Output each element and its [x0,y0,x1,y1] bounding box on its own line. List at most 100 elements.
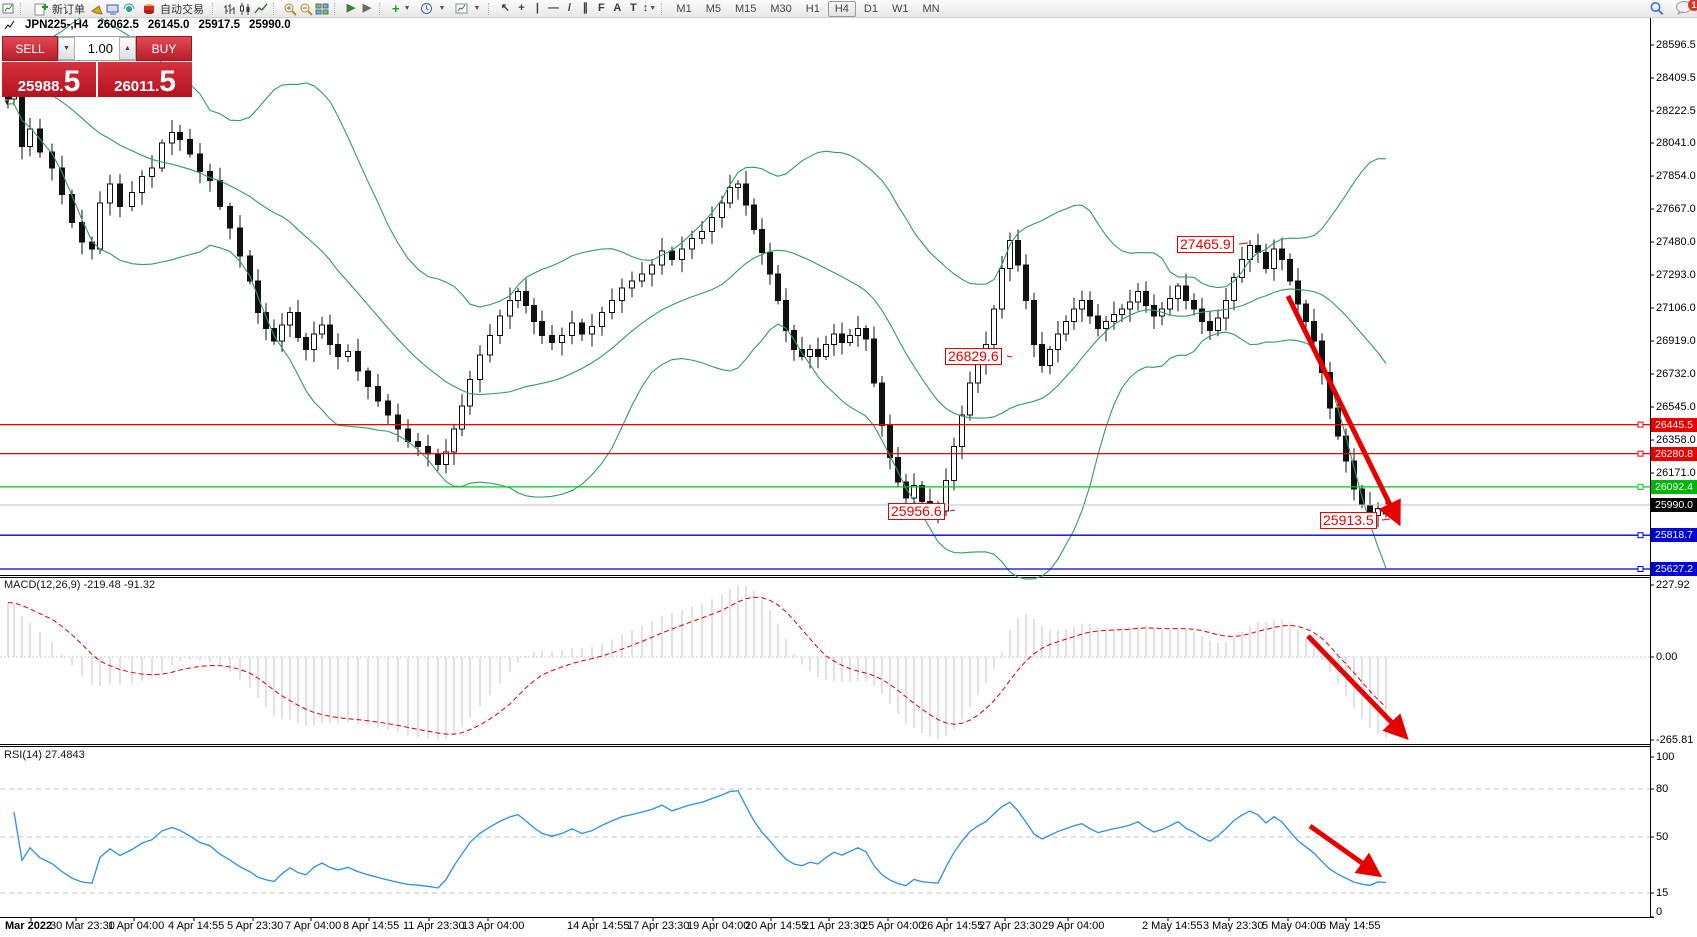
tile-windows-icon[interactable] [314,1,330,16]
zoom-in-icon[interactable] [282,1,298,16]
candlestick-chart-icon[interactable] [237,1,253,16]
indicators-dropdown[interactable]: +▼ [388,1,415,17]
timeframe-button-m15[interactable]: M15 [729,1,762,16]
candle-body [508,300,513,316]
candle-body [118,184,123,207]
candle-body [1168,299,1173,310]
sell-price[interactable]: 25988 . 5 [2,62,96,97]
autotrading-button[interactable]: 自动交易 [137,1,208,17]
volume-increase-button[interactable]: ▲ [119,37,136,60]
volume-decrease-button[interactable]: ▼ [58,37,75,60]
line-chart-icon[interactable] [253,1,269,16]
line-handle[interactable] [1638,484,1643,489]
macd-axis-label: 227.92 [1656,579,1690,591]
text-tool[interactable]: A [609,1,625,16]
price-annotation[interactable]: 25913.5 [1320,512,1377,529]
new-order-button[interactable]: 新订单 [29,1,89,17]
price-annotation[interactable]: 25956.6 [888,503,945,520]
candle-body [1048,350,1053,366]
bollinger-upper-band[interactable] [8,13,1386,307]
candle-body [1136,291,1141,302]
buy-price[interactable]: 26011 . 5 [98,62,192,97]
periods-dropdown[interactable]: ▼ [415,1,450,17]
time-axis-label: 8 Apr 14:55 [343,920,399,932]
candle-body [1104,321,1109,328]
timeframe-button-h1[interactable]: H1 [800,1,826,16]
toolbar-separator [488,3,494,15]
volume-input[interactable]: 1.00 [75,37,119,60]
signals-icon[interactable] [121,1,137,16]
buy-button[interactable]: BUY [136,36,192,61]
candle-body [1072,309,1077,321]
fibonacci-retracement-tool[interactable]: F [593,1,609,16]
bar-chart-icon[interactable] [221,1,237,16]
candle-body [660,251,665,265]
timeframe-button-mn[interactable]: MN [916,1,945,16]
candle-body [426,447,431,454]
price-annotation[interactable]: 26829.6 [945,348,1002,365]
timeframe-button-m1[interactable]: M1 [670,1,697,16]
annotation-connector [1239,243,1248,244]
timeframe-button-d1[interactable]: D1 [858,1,884,16]
candle-body [1304,304,1309,322]
buy-price-pip: 5 [159,70,176,94]
candle-body [690,239,695,250]
candle-body [336,344,341,356]
timeframe-button-h4[interactable]: H4 [828,1,856,17]
timeframe-button-w1[interactable]: W1 [886,1,915,16]
line-handle[interactable] [1638,533,1643,538]
megaphone-icon[interactable] [89,1,105,16]
time-axis-label: 27 Apr 23:30 [979,920,1041,932]
line-handle[interactable] [1638,422,1643,427]
timeframe-button-m30[interactable]: M30 [764,1,797,16]
candle-body [1120,309,1125,314]
search-icon[interactable] [1649,1,1665,16]
terminal-icon[interactable] [105,1,121,16]
trend-arrow[interactable] [1310,826,1372,870]
candle-body [478,355,483,380]
candle-body [1200,309,1205,321]
line-handle[interactable] [1638,451,1643,456]
y-axis-label: 26171.0 [1656,467,1696,479]
bollinger-lower-band[interactable] [8,104,1386,579]
notifications-button[interactable]: 1 [1675,0,1694,18]
y-axis-label: 27480.0 [1656,236,1696,248]
candle-body [356,351,361,370]
candle-body [1296,281,1301,304]
vertical-line-tool[interactable]: | [529,1,545,16]
arrow-objects-tool[interactable]: ↕▼ [641,1,657,16]
timeframe-button-m5[interactable]: M5 [700,1,727,16]
candle-body [610,300,615,312]
line-handle[interactable] [1638,566,1643,571]
macd-axis-label: -265.81 [1656,734,1693,746]
candle-body [452,429,457,452]
text-label-tool[interactable]: T [625,1,641,16]
time-axis-label: 25 Apr 04:00 [862,920,924,932]
autoscroll-icon[interactable]: ▶ [343,1,359,16]
trendline-tool[interactable]: / [561,1,577,16]
trend-arrow[interactable] [1288,296,1395,515]
chart-shift-icon[interactable]: ▶ [359,1,375,16]
cursor-tool[interactable]: ↖ [497,1,513,16]
candle-body [840,334,845,343]
annotation-connector [1007,356,1012,357]
sell-button[interactable]: SELL [2,36,58,61]
one-click-collapse-icon[interactable]: ▼ [3,98,11,107]
zoom-out-icon[interactable] [298,1,314,16]
candle-body [1272,249,1277,268]
time-axis-label: 29 Apr 04:00 [1042,920,1104,932]
ohlc-open: 26062.5 [97,19,139,31]
price-annotation[interactable]: 27465.9 [1177,236,1234,253]
templates-dropdown[interactable]: ▼ [449,1,484,17]
candle-body [288,313,293,325]
chart-canvas[interactable] [0,0,1697,937]
horizontal-line-tool[interactable]: — [545,1,561,16]
candle-body [968,383,973,415]
time-axis-label: 6 May 14:55 [1320,920,1381,932]
symbol-title: JPN225-,H4 [25,19,88,31]
crosshair-tool[interactable]: + [513,1,529,16]
candle-body [1088,300,1093,316]
rsi-line [14,791,1386,888]
equidistant-channel-tool[interactable]: ∥ [577,1,593,16]
candle-body [640,274,645,281]
